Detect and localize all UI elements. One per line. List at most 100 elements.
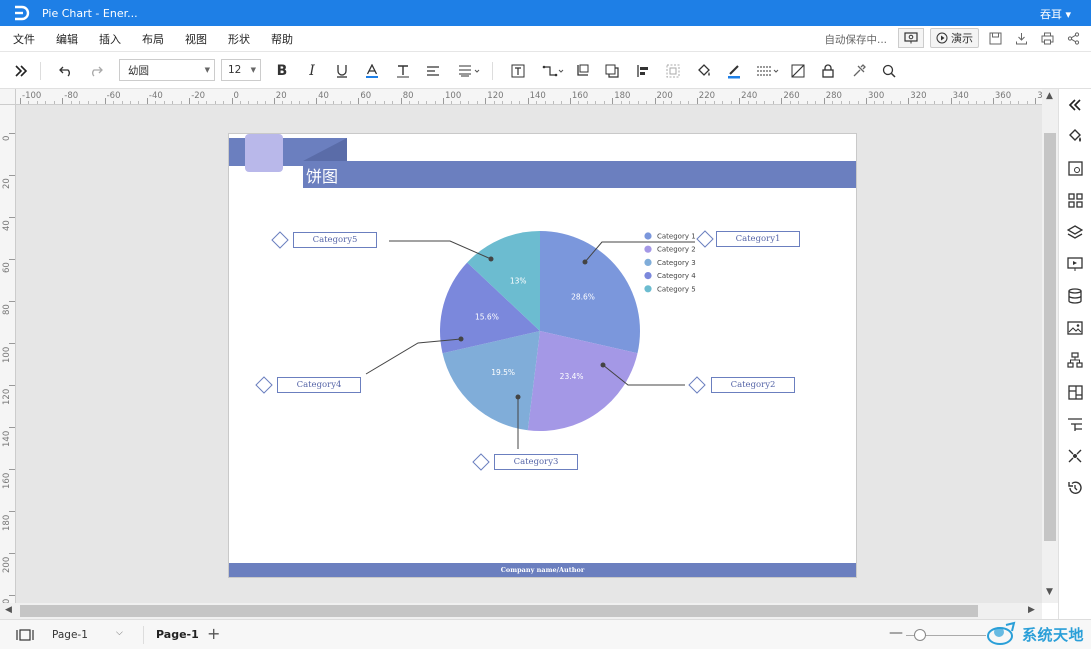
menu-insert[interactable]: 插入 xyxy=(99,31,121,47)
leader-dot xyxy=(488,256,494,262)
scroll-left-icon[interactable]: ◀ xyxy=(5,605,12,615)
ruler-label: 40 xyxy=(318,91,329,101)
scroll-down-icon[interactable]: ▼ xyxy=(1046,587,1053,597)
vertical-scroll-thumb[interactable] xyxy=(1044,133,1056,541)
underline-icon[interactable] xyxy=(331,60,353,82)
share-icon[interactable] xyxy=(1063,28,1083,48)
legend-swatch xyxy=(644,258,652,266)
page-panel-icon[interactable] xyxy=(16,629,34,644)
scroll-right-icon[interactable]: ▶ xyxy=(1028,605,1035,615)
label-category3[interactable]: Category3 xyxy=(494,454,578,470)
mind-map-icon[interactable] xyxy=(1066,447,1084,465)
label-category5[interactable]: Category5 xyxy=(293,232,377,248)
user-menu[interactable]: 吞耳 ▾ xyxy=(1040,6,1071,22)
line-style-icon[interactable] xyxy=(755,60,781,82)
ruler-subtick xyxy=(417,101,419,104)
align-left-icon[interactable] xyxy=(422,60,444,82)
layers-icon[interactable] xyxy=(1066,223,1084,241)
save-icon[interactable] xyxy=(985,28,1005,48)
slideshow-button[interactable] xyxy=(898,28,924,48)
menu-file[interactable]: 文件 xyxy=(13,31,35,47)
horizontal-scrollbar[interactable]: ◀ ▶ xyxy=(0,603,1042,619)
ruler-subtick xyxy=(552,101,554,104)
pie-chart[interactable]: 28.6% 23.4% 19.5% 15.6% 13% Category 1 Categor… xyxy=(229,134,857,564)
line-spacing-icon[interactable] xyxy=(455,60,483,82)
ruler-tick xyxy=(9,259,15,260)
diamond-marker[interactable] xyxy=(696,230,714,248)
ruler-subtick xyxy=(747,101,749,104)
label-category2[interactable]: Category2 xyxy=(711,377,795,393)
menu-help[interactable]: 帮助 xyxy=(271,31,293,47)
presentation-icon[interactable] xyxy=(1066,255,1084,273)
border-icon[interactable] xyxy=(571,60,593,82)
no-style-icon[interactable] xyxy=(787,60,809,82)
table-layout-icon[interactable] xyxy=(1066,383,1084,401)
text-box-icon[interactable] xyxy=(507,60,529,82)
line-color-icon[interactable] xyxy=(723,60,745,82)
menu-view[interactable]: 视图 xyxy=(185,31,207,47)
label-category1[interactable]: Category1 xyxy=(716,231,800,247)
ruler-subtick xyxy=(468,101,470,104)
org-chart-icon[interactable] xyxy=(1066,351,1084,369)
collapse-panel-icon[interactable] xyxy=(10,60,32,82)
font-family-select[interactable]: 幼圆 ▼ xyxy=(119,59,215,81)
italic-icon[interactable]: I xyxy=(301,60,323,82)
ruler-tick xyxy=(400,98,402,104)
ruler-subtick xyxy=(392,101,394,104)
canvas-area[interactable]: 饼图 28.6% 23.4% 19.5% 15.6% 13% Category 1 Cate… xyxy=(16,105,1042,603)
ruler-subtick xyxy=(967,101,969,104)
text-style-icon[interactable] xyxy=(392,60,414,82)
redo-icon[interactable] xyxy=(85,60,107,82)
ruler-tick xyxy=(9,301,15,302)
image-icon[interactable] xyxy=(1066,319,1084,337)
horizontal-scroll-thumb[interactable] xyxy=(20,605,978,617)
diagram-page[interactable]: 饼图 28.6% 23.4% 19.5% 15.6% 13% Category 1 Cate… xyxy=(228,133,857,578)
zoom-out-icon[interactable]: — xyxy=(889,625,903,641)
ruler-tick xyxy=(823,98,825,104)
page-footer[interactable]: Company name/Author xyxy=(229,563,856,577)
ruler-label: 20 xyxy=(275,91,287,101)
data-icon[interactable] xyxy=(1066,287,1084,305)
menu-edit[interactable]: 编辑 xyxy=(56,31,78,47)
history-icon[interactable] xyxy=(1066,479,1084,497)
menu-layout[interactable]: 布局 xyxy=(142,31,164,47)
menu-shape[interactable]: 形状 xyxy=(228,31,250,47)
vertical-scrollbar[interactable]: ▲ ▼ xyxy=(1042,89,1058,603)
print-icon[interactable] xyxy=(1037,28,1057,48)
group-icon[interactable] xyxy=(662,60,684,82)
ruler-tick xyxy=(908,98,910,104)
grid-icon[interactable] xyxy=(1066,191,1084,209)
style-settings-icon[interactable] xyxy=(1066,159,1084,177)
bold-icon[interactable]: B xyxy=(271,60,293,82)
scroll-up-icon[interactable]: ▲ xyxy=(1046,91,1053,101)
lock-icon[interactable] xyxy=(817,60,839,82)
watermark-logo-icon xyxy=(987,621,1016,645)
page-tab-active[interactable]: Page-1 xyxy=(156,628,199,641)
zoom-slider-handle[interactable] xyxy=(914,629,926,641)
diamond-marker[interactable] xyxy=(255,376,273,394)
diamond-marker[interactable] xyxy=(472,453,490,471)
outline-icon[interactable] xyxy=(1066,415,1084,433)
diamond-marker[interactable] xyxy=(688,376,706,394)
ruler-label: 80 xyxy=(2,304,12,315)
font-color-icon[interactable] xyxy=(361,60,383,82)
font-size-select[interactable]: 12 ▼ xyxy=(221,59,261,81)
present-button[interactable]: 演示 xyxy=(930,28,979,48)
fill-color-icon[interactable] xyxy=(693,60,715,82)
tools-icon[interactable] xyxy=(848,60,870,82)
pie-data-label: 13% xyxy=(510,277,527,286)
add-page-icon[interactable]: + xyxy=(207,624,220,643)
chevron-down-icon[interactable]: ⌵ xyxy=(116,628,123,638)
shadow-icon[interactable] xyxy=(601,60,623,82)
connector-icon[interactable] xyxy=(540,60,566,82)
fill-icon[interactable] xyxy=(1066,127,1084,145)
ruler-subtick xyxy=(874,101,876,104)
label-category4[interactable]: Category4 xyxy=(277,377,361,393)
align-objects-icon[interactable] xyxy=(632,60,654,82)
search-icon[interactable] xyxy=(878,60,900,82)
collapse-sidebar-icon[interactable] xyxy=(1066,96,1084,114)
export-icon[interactable] xyxy=(1011,28,1031,48)
diamond-marker[interactable] xyxy=(271,231,289,249)
page-select[interactable]: Page-1 xyxy=(52,629,88,641)
undo-icon[interactable] xyxy=(55,60,77,82)
